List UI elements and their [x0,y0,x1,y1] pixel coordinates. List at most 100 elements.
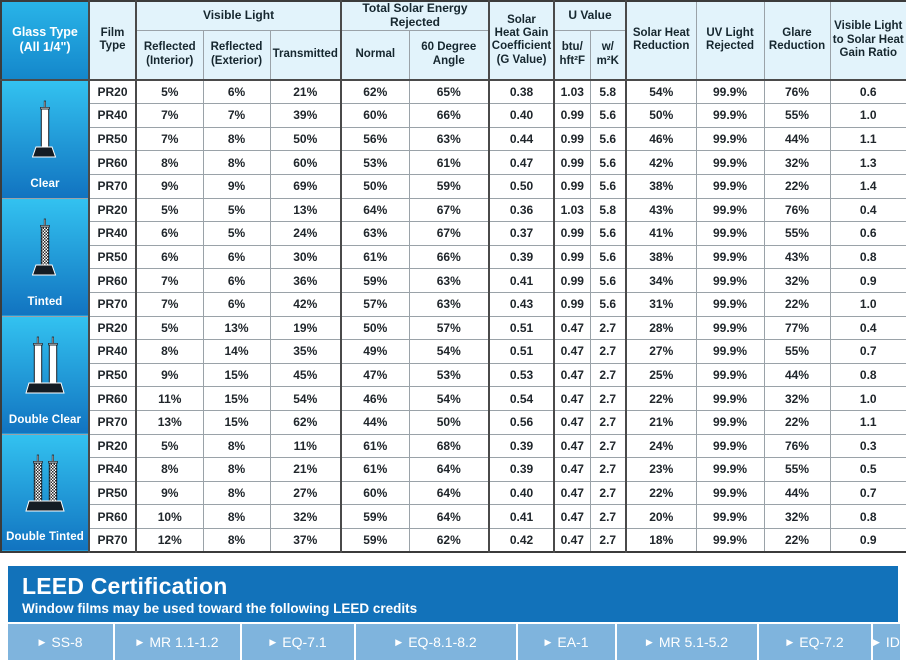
leed-credit-label: MR 5.1-5.2 [658,634,729,650]
leed-subtitle: Window films may be used toward the foll… [22,600,418,616]
leed-credit-mr-5-1-5-2[interactable]: ▶ MR 5.1-5.2 [617,624,757,660]
cell-u-value-btu: 0.47 [553,386,591,411]
caret-right-icon: ▶ [786,636,794,647]
cell-solar-heat-reduction: 34% [625,268,697,293]
table-row: PR70 12% 8% 37% 59% 62% 0.42 0.47 2.7 18% 99.9% 22%… [1,527,906,553]
cell-reflected-interior: 6% [135,244,204,270]
glass-type-cell-tinted: Tinted [0,197,90,317]
cell-vl-shg-ratio: 0.7 [829,339,906,364]
tser60-line1: 60 Degree [421,41,477,54]
cell-reflected-exterior: 15% [202,362,271,388]
leed-credit-eq-7-1[interactable]: ▶ EQ-7.1 [242,624,354,660]
cell-film-type: PR40 [88,339,137,364]
cell-glare-reduction: 32% [763,504,831,529]
cell-reflected-interior: 7% [135,126,204,152]
cell-u-value-btu: 0.99 [553,126,591,152]
cell-solar-heat-gain-coefficient: 0.43 [488,291,555,317]
cell-uv-light-rejected: 99.9% [695,527,765,553]
gr-line1: Glare [782,27,812,40]
header-reflected-interior: Reflected (Interior) [135,29,204,81]
table-row: Tinted PR20 5% 5% 13% 64% 67% 0.36 1.03 5.8 43% 99.… [0,197,906,317]
cell-tser-60-degree: 54% [408,386,490,411]
caret-right-icon: ▶ [269,636,277,647]
table-row: PR70 13% 15% 62% 44% 50% 0.56 0.47 2.7 21% 99.9% 22… [1,409,906,435]
cell-solar-heat-gain-coefficient: 0.39 [488,433,555,459]
cell-glare-reduction: 32% [763,268,831,293]
header-reflected-exterior: Reflected (Exterior) [202,29,271,81]
leed-credit-ea-1[interactable]: ▶ EA-1 [518,624,615,660]
header-u-value-w: w/ m²K [589,29,628,81]
cell-vl-shg-ratio: 1.1 [829,409,906,435]
cell-solar-heat-reduction: 41% [625,221,697,246]
cell-film-type: PR60 [88,150,137,175]
table-row: PR40 8% 8% 21% 61% 64% 0.39 0.47 2.7 23% 99.9% 55% 0… [1,457,906,482]
cell-transmitted: 54% [269,386,342,411]
cell-u-value-w: 2.7 [589,409,628,435]
cell-solar-heat-gain-coefficient: 0.50 [488,173,555,199]
cell-transmitted: 36% [269,268,342,293]
cell-reflected-interior: 12% [135,527,204,553]
cell-vl-shg-ratio: 1.0 [829,291,906,317]
cell-reflected-interior: 8% [135,457,204,482]
leed-credit-eq-8-1-8-2[interactable]: ▶ EQ-8.1-8.2 [356,624,516,660]
shr-line2: Reduction [633,40,690,53]
cell-film-type: PR20 [88,433,137,459]
glass-type-label: Clear [30,177,60,190]
leed-credit-mr-1-1-1-2[interactable]: ▶ MR 1.1-1.2 [115,624,240,660]
cell-uv-light-rejected: 99.9% [695,221,765,246]
cell-solar-heat-gain-coefficient: 0.53 [488,362,555,388]
cell-u-value-w: 5.6 [589,173,628,199]
table-row: PR60 10% 8% 32% 59% 64% 0.41 0.47 2.7 20% 99.9% 32%… [1,504,906,529]
leed-credit-label: EA-1 [557,634,589,650]
cell-u-value-w: 5.6 [589,103,628,128]
cell-glare-reduction: 76% [763,197,831,223]
cell-vl-shg-ratio: 0.5 [829,457,906,482]
header-tser-normal: Normal [340,29,410,81]
cell-reflected-interior: 10% [135,504,204,529]
leed-credit-ss-8[interactable]: ▶ SS-8 [8,624,113,660]
cell-u-value-btu: 0.47 [553,527,591,553]
cell-vl-shg-ratio: 0.7 [829,480,906,506]
leed-header: LEED Certification Window films may be u… [8,566,898,622]
cell-u-value-w: 2.7 [589,504,628,529]
cell-reflected-interior: 7% [135,291,204,317]
uw-line2: m²K [596,54,619,67]
cell-transmitted: 11% [269,433,342,459]
cell-reflected-exterior: 14% [202,339,271,364]
leed-credit-id[interactable]: ▶ ID [873,624,900,660]
cell-transmitted: 21% [269,457,342,482]
header-group-total-solar-energy-rejected: Total Solar Energy Rejected [340,0,490,31]
cell-solar-heat-gain-coefficient: 0.51 [488,315,555,341]
leed-credit-eq-7-2[interactable]: ▶ EQ-7.2 [759,624,871,660]
cell-film-type: PR40 [88,103,137,128]
double-pane-tinted-icon [2,436,88,531]
cell-solar-heat-reduction: 22% [625,480,697,506]
leed-title: LEED Certification [22,573,228,599]
cell-glare-reduction: 55% [763,221,831,246]
cell-uv-light-rejected: 99.9% [695,244,765,270]
cell-tser-normal: 56% [340,126,410,152]
cell-uv-light-rejected: 99.9% [695,197,765,223]
cell-tser-60-degree: 63% [408,268,490,293]
cell-u-value-btu: 0.47 [553,362,591,388]
cell-u-value-btu: 0.99 [553,244,591,270]
cell-reflected-exterior: 13% [202,315,271,341]
ubtu-line2: hft²F [559,54,586,67]
ratio-line2: to Solar Heat [832,33,904,46]
cell-reflected-exterior: 6% [202,268,271,293]
cell-reflected-interior: 5% [135,197,204,223]
cell-u-value-btu: 0.99 [553,221,591,246]
cell-tser-60-degree: 66% [408,103,490,128]
table-row: PR40 6% 5% 24% 63% 67% 0.37 0.99 5.6 41% 99.9% 55% 0… [1,221,906,246]
cell-tser-60-degree: 62% [408,527,490,553]
cell-film-type: PR20 [88,197,137,223]
cell-u-value-btu: 0.47 [553,480,591,506]
cell-film-type: PR60 [88,268,137,293]
cell-film-type: PR20 [88,315,137,341]
header-glare-reduction: Glare Reduction [763,0,831,81]
cell-vl-shg-ratio: 0.8 [829,244,906,270]
table-row: Double Tinted PR20 5% 8% 11% 61% 68% 0.39 0.47 2.… [0,433,906,553]
cell-vl-shg-ratio: 0.6 [829,78,906,105]
header-film-type-line1: Film [100,27,125,40]
cell-solar-heat-reduction: 31% [625,291,697,317]
